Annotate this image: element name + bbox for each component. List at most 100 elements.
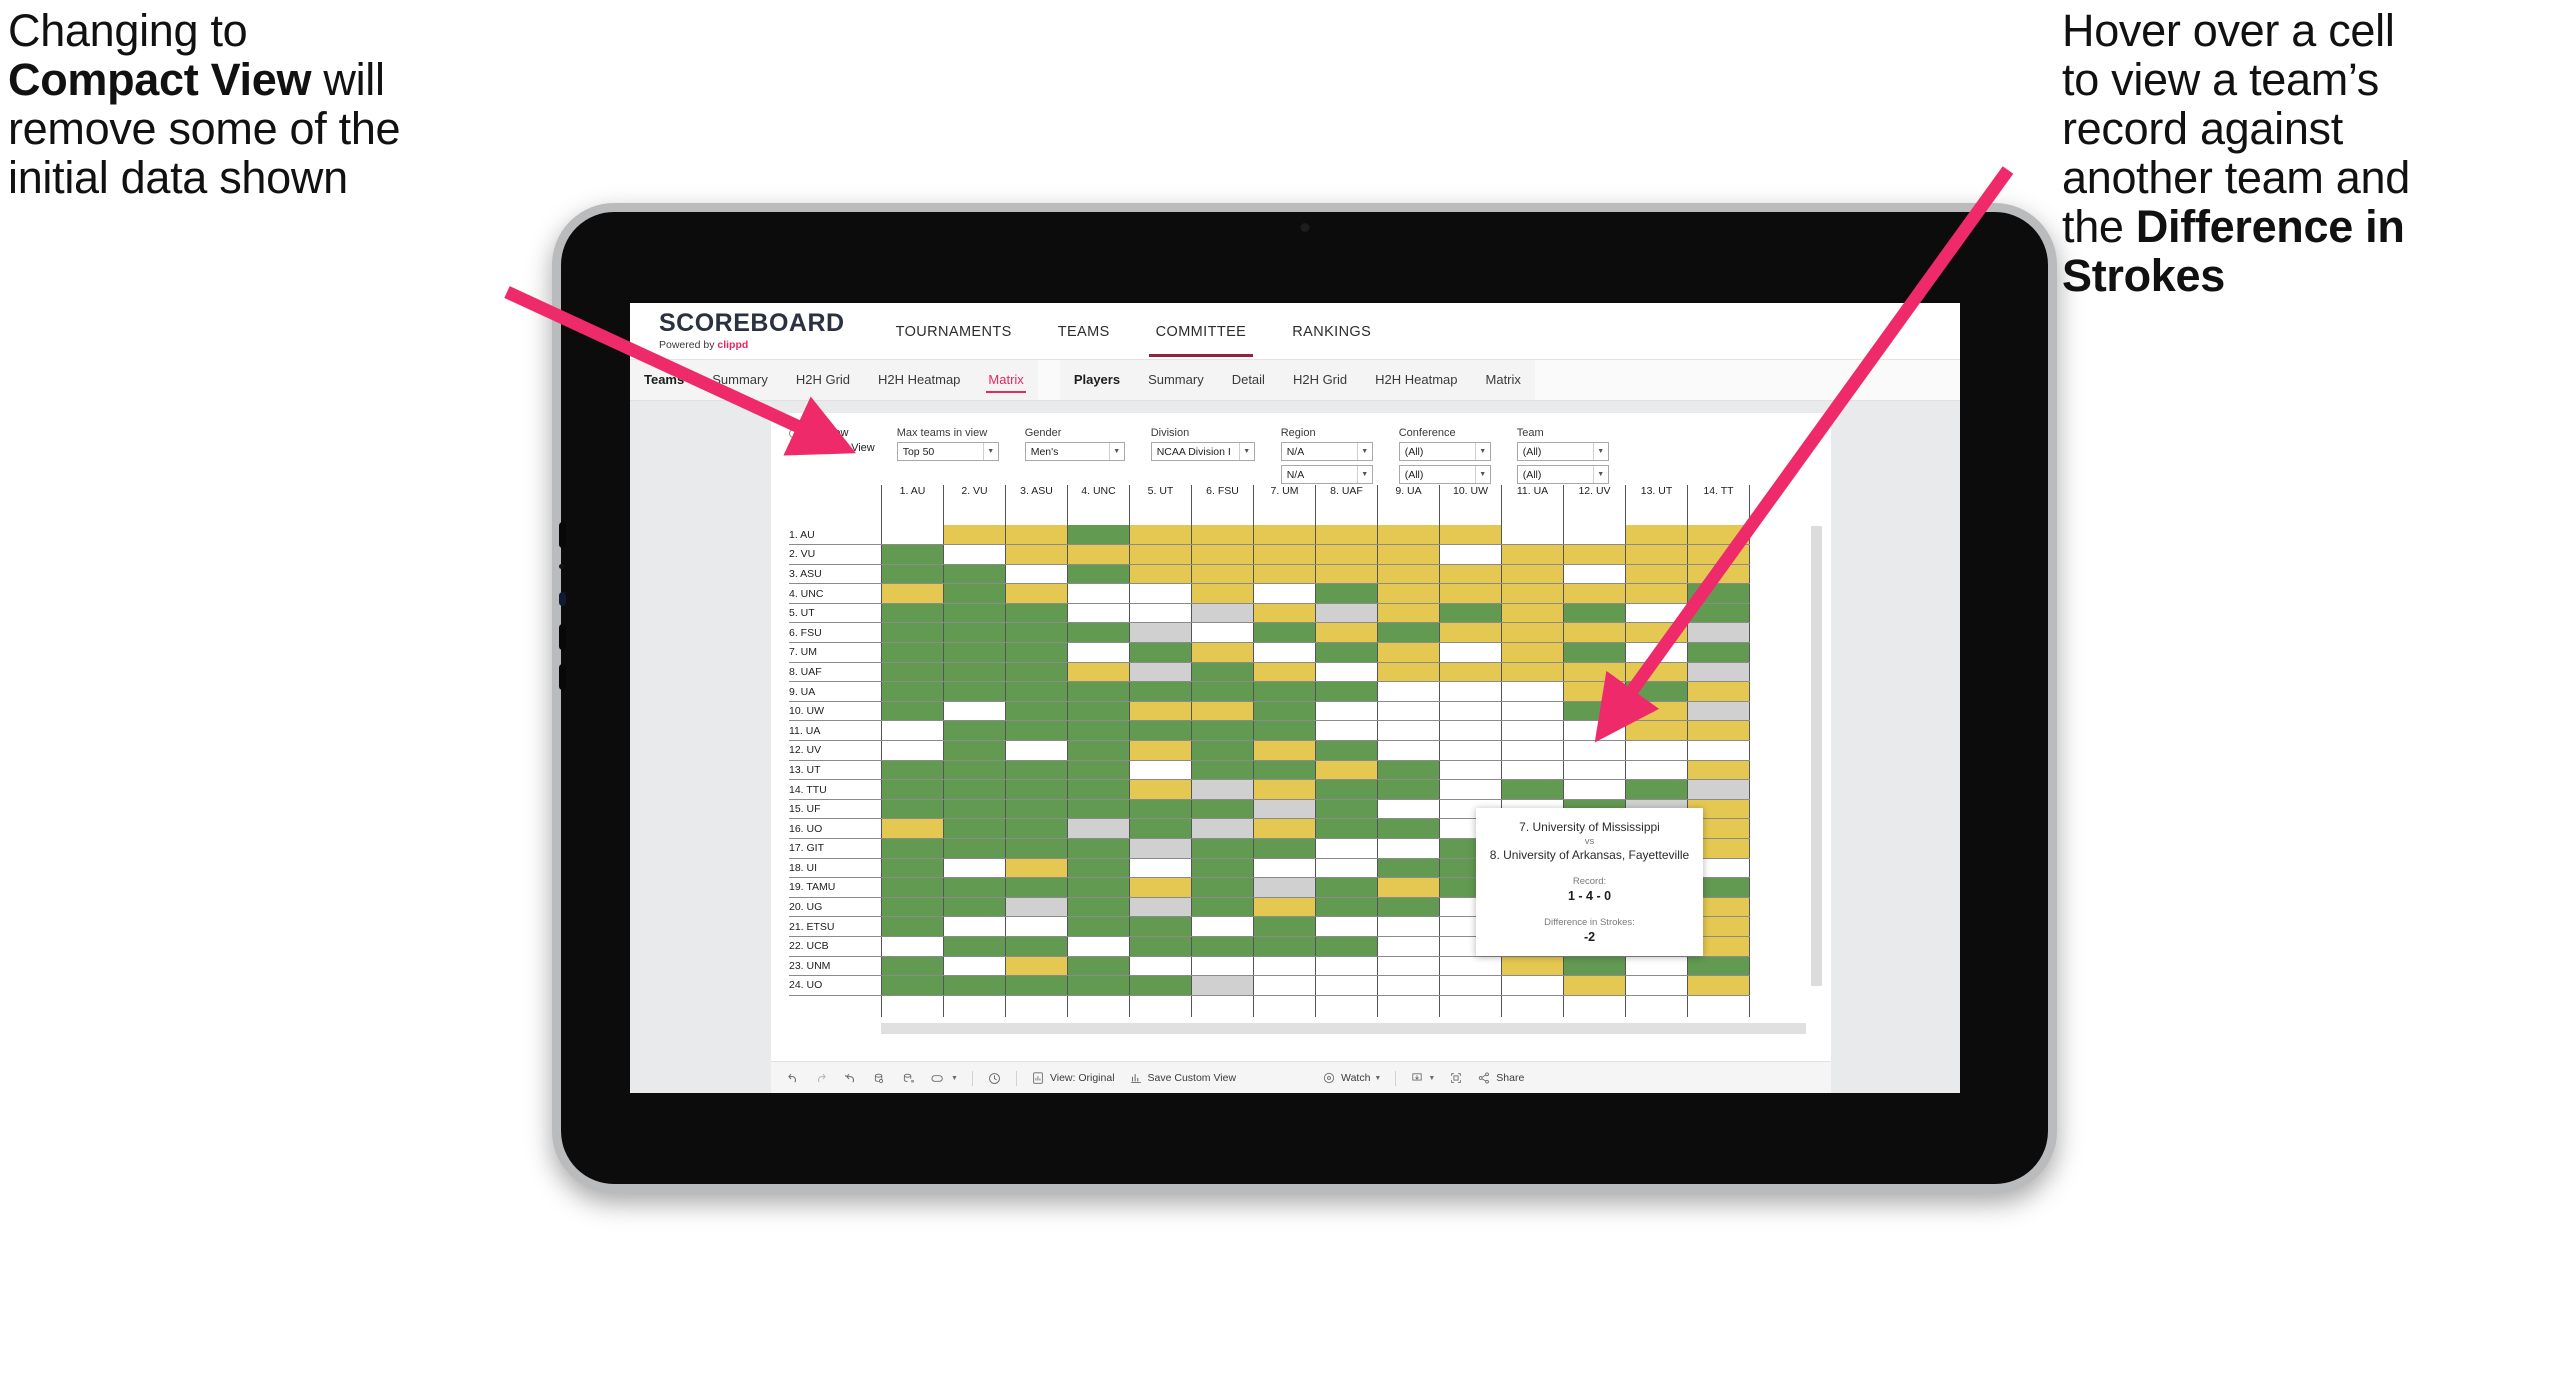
- matrix-cell[interactable]: [1067, 622, 1130, 644]
- matrix-cell[interactable]: [1315, 642, 1378, 663]
- matrix-cell[interactable]: [1005, 701, 1068, 722]
- matrix-cell[interactable]: [1687, 603, 1750, 624]
- matrix-cell[interactable]: [1315, 858, 1378, 879]
- matrix-cell[interactable]: [1439, 975, 1502, 996]
- matrix-cell[interactable]: [1563, 975, 1626, 996]
- matrix-cell[interactable]: [881, 897, 944, 918]
- matrix-cell[interactable]: [1191, 858, 1254, 879]
- undo-button[interactable]: [785, 1071, 800, 1086]
- matrix-cell[interactable]: [1005, 564, 1068, 585]
- filter-team-select-1[interactable]: (All) ▼: [1516, 442, 1609, 461]
- matrix-cell[interactable]: [881, 622, 944, 644]
- subnav-teams-h2h-grid[interactable]: H2H Grid: [782, 360, 864, 400]
- matrix-cell[interactable]: [881, 525, 944, 546]
- matrix-cell[interactable]: [1005, 642, 1068, 663]
- matrix-cell[interactable]: [1687, 956, 1750, 977]
- matrix-cell[interactable]: [1129, 799, 1192, 820]
- matrix-cell[interactable]: [881, 564, 944, 585]
- matrix-cell[interactable]: [1377, 525, 1440, 546]
- matrix-cell[interactable]: [881, 936, 944, 957]
- subnav-players-h2h-grid[interactable]: H2H Grid: [1279, 360, 1361, 400]
- matrix-cell[interactable]: [1563, 564, 1626, 585]
- chevron-down-icon[interactable]: ▼: [1356, 443, 1372, 460]
- matrix-cell[interactable]: [1005, 877, 1068, 898]
- matrix-cell[interactable]: [881, 838, 944, 859]
- matrix-cell[interactable]: [1439, 720, 1502, 742]
- matrix-cell[interactable]: [1315, 564, 1378, 585]
- matrix-cell[interactable]: [1315, 897, 1378, 918]
- matrix-cell[interactable]: [943, 564, 1006, 585]
- matrix-cell[interactable]: [1253, 916, 1316, 937]
- matrix-cell[interactable]: [1439, 662, 1502, 683]
- matrix-cell[interactable]: [881, 858, 944, 879]
- redo-button[interactable]: [814, 1071, 829, 1086]
- matrix-cell[interactable]: [943, 642, 1006, 663]
- chevron-down-icon[interactable]: ▼: [1592, 443, 1608, 460]
- matrix-cell[interactable]: [1687, 720, 1750, 742]
- matrix-cell[interactable]: [1563, 720, 1626, 742]
- matrix-cell[interactable]: [1315, 740, 1378, 761]
- matrix-cell[interactable]: [1315, 720, 1378, 742]
- matrix-cell[interactable]: [1005, 838, 1068, 859]
- matrix-cell[interactable]: [1005, 897, 1068, 918]
- matrix-cell[interactable]: [1315, 681, 1378, 702]
- matrix-cell[interactable]: [1563, 701, 1626, 722]
- matrix-cell[interactable]: [1625, 622, 1688, 644]
- matrix-cell[interactable]: [1191, 877, 1254, 898]
- matrix-cell[interactable]: [1625, 701, 1688, 722]
- subnav-teams-summary[interactable]: Summary: [698, 360, 782, 400]
- matrix-cell[interactable]: [1439, 564, 1502, 585]
- matrix-cell[interactable]: [1687, 662, 1750, 683]
- matrix-cell[interactable]: [1625, 779, 1688, 800]
- matrix-cell[interactable]: [1625, 544, 1688, 565]
- matrix-cell[interactable]: [1563, 779, 1626, 800]
- subnav-players-summary[interactable]: Summary: [1134, 360, 1218, 400]
- matrix-cell[interactable]: [1005, 760, 1068, 781]
- matrix-cell[interactable]: [1253, 877, 1316, 898]
- matrix-cell[interactable]: [881, 956, 944, 977]
- matrix-cell[interactable]: [1191, 603, 1254, 624]
- matrix-cell[interactable]: [1377, 701, 1440, 722]
- matrix-cell[interactable]: [1005, 740, 1068, 761]
- matrix-cell[interactable]: [1253, 603, 1316, 624]
- matrix-cell[interactable]: [1005, 720, 1068, 742]
- matrix-cell[interactable]: [1067, 956, 1130, 977]
- matrix-cell[interactable]: [1129, 838, 1192, 859]
- matrix-cell[interactable]: [1191, 936, 1254, 957]
- matrix-cell[interactable]: [1005, 799, 1068, 820]
- matrix-cell[interactable]: [1439, 544, 1502, 565]
- matrix-cell[interactable]: [1501, 975, 1564, 996]
- matrix-cell[interactable]: [1439, 603, 1502, 624]
- matrix-cell[interactable]: [1377, 956, 1440, 977]
- matrix-cell[interactable]: [1439, 622, 1502, 644]
- matrix-cell[interactable]: [1315, 603, 1378, 624]
- chevron-down-icon[interactable]: ▼: [1356, 466, 1372, 483]
- matrix-cell[interactable]: [1253, 779, 1316, 800]
- watch-button[interactable]: Watch ▼: [1322, 1071, 1381, 1085]
- matrix-cell[interactable]: [1253, 838, 1316, 859]
- matrix-cell[interactable]: [943, 583, 1006, 604]
- matrix-cell[interactable]: [1067, 799, 1130, 820]
- matrix-cell[interactable]: [1191, 818, 1254, 839]
- filter-conference-select-1[interactable]: (All) ▼: [1398, 442, 1491, 461]
- matrix-cell[interactable]: [1501, 681, 1564, 702]
- matrix-cell[interactable]: [1377, 897, 1440, 918]
- matrix-cell[interactable]: [1377, 720, 1440, 742]
- matrix-cell[interactable]: [1067, 544, 1130, 565]
- matrix-cell[interactable]: [943, 525, 1006, 546]
- matrix-cell[interactable]: [1501, 740, 1564, 761]
- matrix-cell[interactable]: [1625, 525, 1688, 546]
- matrix-cell[interactable]: [1377, 838, 1440, 859]
- matrix-cell[interactable]: [1377, 603, 1440, 624]
- matrix-cell[interactable]: [1191, 975, 1254, 996]
- matrix-cell[interactable]: [1563, 681, 1626, 702]
- matrix-cell[interactable]: [1253, 858, 1316, 879]
- filter-region-select-1[interactable]: N/A ▼: [1280, 442, 1373, 461]
- matrix-cell[interactable]: [881, 760, 944, 781]
- matrix-cell[interactable]: [1501, 720, 1564, 742]
- matrix-cell[interactable]: [1129, 525, 1192, 546]
- matrix-cell[interactable]: [1563, 583, 1626, 604]
- radio-compact-view-circle[interactable]: [789, 443, 798, 453]
- matrix-cell[interactable]: [1377, 681, 1440, 702]
- pause-data-source-icon[interactable]: [901, 1071, 916, 1086]
